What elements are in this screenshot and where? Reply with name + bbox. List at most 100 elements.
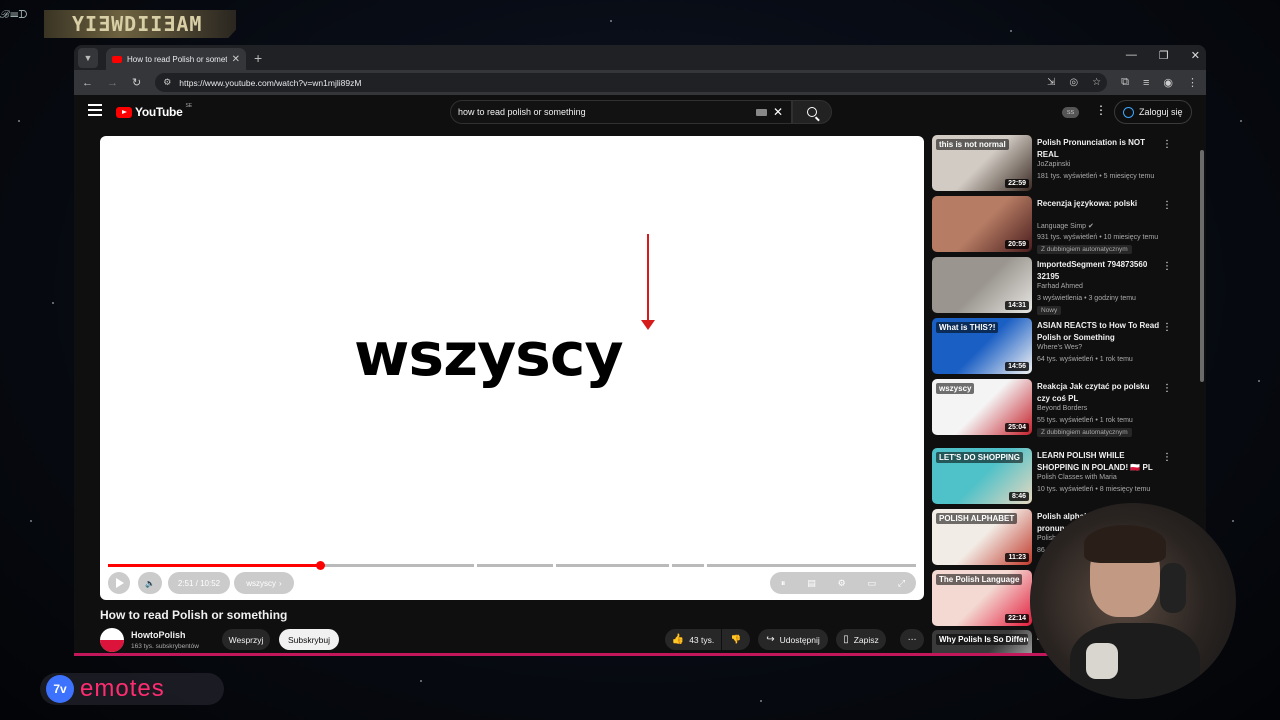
keyboard-icon[interactable] [756, 109, 767, 116]
recommendation-channel[interactable]: Language Simp ✔ [1037, 222, 1094, 230]
scrubber-handle[interactable] [315, 561, 325, 570]
recommendation-title[interactable]: Polish Pronunciation is NOT REAL [1037, 137, 1161, 160]
theater-mode-icon[interactable]: ▭ [868, 578, 877, 589]
subscribe-button[interactable]: Subskrybuj [279, 629, 339, 650]
recommendation-channel[interactable]: Where's Wes? [1037, 344, 1082, 351]
share-button[interactable]: ↪ Udostępnij [758, 629, 828, 650]
close-tab-icon[interactable]: ✕ [232, 54, 240, 65]
autoplay-toggle-icon[interactable]: ⏸ [781, 578, 786, 589]
save-label: Zapisz [853, 634, 879, 645]
emotes-overlay: 7v emotes [40, 673, 224, 705]
recommendation-thumbnail[interactable]: this is not normal 22:59 [932, 135, 1032, 191]
play-button[interactable] [108, 572, 130, 594]
volume-button[interactable]: 🔈 [138, 572, 162, 594]
back-arrow-icon[interactable]: ← [82, 77, 93, 89]
ss-badge[interactable]: SS [1062, 107, 1079, 118]
recommendation-thumbnail[interactable]: What is THIS?! 14:56 [932, 318, 1032, 374]
recommendation-thumbnail[interactable]: The Polish Language 22:14 [932, 570, 1032, 626]
chapter-segment[interactable] [477, 564, 553, 567]
settings-gear-icon[interactable]: ⚙ [838, 578, 846, 589]
recommendation-thumbnail[interactable]: POLISH ALPHABET 11:23 [932, 509, 1032, 565]
more-options-icon[interactable]: ⋮ [1162, 322, 1172, 333]
progress-bar[interactable] [108, 561, 916, 570]
recommendation-item[interactable]: this is not normal 22:59 Polish Pronunciat… [932, 135, 1194, 192]
recommendation-thumbnail[interactable]: 20:59 [932, 196, 1032, 252]
recommendation-channel[interactable]: Farhad Ahmed [1037, 283, 1083, 290]
close-window-button[interactable]: ✕ [1191, 49, 1200, 62]
page-scrollbar[interactable] [1200, 150, 1204, 382]
chapter-segment[interactable] [556, 564, 669, 567]
sign-in-button[interactable]: Zaloguj się [1114, 100, 1192, 124]
recommendation-channel[interactable]: Beyond Borders [1037, 405, 1087, 412]
eye-off-icon[interactable]: ◎ [1069, 77, 1078, 88]
reload-icon[interactable]: ↻ [132, 76, 141, 89]
subtitles-icon[interactable]: ▤ [807, 578, 816, 589]
new-tab-button[interactable]: + [254, 50, 262, 66]
chapter-segment[interactable] [672, 564, 704, 567]
browser-menu-icon[interactable]: ⋮ [1187, 76, 1198, 89]
more-options-icon[interactable]: ⋮ [1162, 200, 1172, 211]
recommendation-thumbnail[interactable]: Why Polish Is So Different? [932, 630, 1032, 653]
recommendation-item[interactable]: 14:31 ImportedSegment 794873560 32195 Farh… [932, 257, 1194, 315]
profile-icon[interactable]: ◉ [1163, 76, 1173, 89]
support-button[interactable]: Wesprzyj [222, 629, 270, 650]
progress-played [108, 564, 320, 567]
save-button[interactable]: ▯ Zapisz [836, 629, 886, 650]
fullscreen-icon[interactable]: ⤢ [898, 578, 905, 589]
recommendation-title[interactable]: Recenzja językowa: polski [1037, 198, 1161, 210]
recommendation-title[interactable]: Reakcja Jak czytać po polsku czy coś PL [1037, 381, 1161, 404]
recommendation-thumbnail[interactable]: 14:31 [932, 257, 1032, 313]
video-title: How to read Polish or something [100, 608, 288, 622]
search-button[interactable] [792, 100, 832, 124]
forward-arrow-icon[interactable]: → [107, 77, 118, 89]
recommendation-title[interactable]: LEARN POLISH WHILE SHOPPING IN POLAND! 🇵… [1037, 450, 1161, 473]
minimize-button[interactable]: — [1126, 49, 1137, 62]
overlay-corner-text: ℬ☰ᗪ [0, 8, 28, 21]
recommendation-channel[interactable]: JoZapinski [1037, 161, 1070, 168]
more-options-icon[interactable]: ⋮ [1162, 452, 1172, 463]
extensions-icon[interactable]: ⧉ [1121, 76, 1129, 89]
video-player[interactable]: wszyscy 🔈 2:51 / 10:52 wszyscy › ⏸ ▤ ⚙ ▭… [100, 136, 924, 600]
youtube-logo[interactable]: YouTube SE [116, 103, 192, 119]
install-app-icon[interactable]: ⇲ [1047, 77, 1055, 88]
like-button[interactable]: 👍 43 tys. [665, 629, 721, 650]
chapter-segment[interactable] [707, 564, 916, 567]
chevron-right-icon: › [279, 578, 282, 588]
recommendation-item[interactable]: What is THIS?! 14:56 ASIAN REACTS to How T… [932, 318, 1194, 375]
thumbnail-text: Why Polish Is So Different? [936, 634, 1028, 645]
video-frame-word: wszyscy [354, 320, 624, 390]
video-duration: 20:59 [1005, 240, 1029, 249]
channel-avatar[interactable] [100, 628, 124, 652]
restore-button[interactable]: ❐ [1159, 49, 1169, 62]
more-options-icon[interactable]: ⋮ [1162, 139, 1172, 150]
dislike-button[interactable]: 👎 [722, 629, 750, 650]
support-label: Wesprzyj [228, 634, 264, 645]
recommendation-thumbnail[interactable]: wszyscy 25:04 [932, 379, 1032, 435]
tab-search-button[interactable]: ▼ [78, 47, 98, 68]
recommendation-channel[interactable]: Polish Classes with Maria [1037, 474, 1117, 481]
more-options-icon[interactable]: ⋮ [1162, 383, 1172, 394]
thumbnail-text: POLISH ALPHABET [936, 513, 1018, 524]
search-input[interactable]: how to read polish or something ✕ [450, 100, 792, 124]
media-control-icon[interactable]: ≡ [1143, 77, 1149, 89]
settings-more-icon[interactable]: ⋮ [1095, 104, 1107, 116]
recommendation-title[interactable]: ASIAN REACTS to How To Read Polish or So… [1037, 320, 1161, 343]
recommendation-title[interactable]: ImportedSegment 794873560 32195 [1037, 259, 1161, 282]
search-icon [807, 107, 817, 117]
recommendation-item[interactable]: wszyscy 25:04 Reakcja Jak czytać po polsku… [932, 379, 1194, 437]
address-bar[interactable]: ⚙ https://www.youtube.com/watch?v=wn1mjl… [155, 73, 1108, 92]
more-actions-button[interactable]: ⋯ [900, 629, 924, 650]
browser-tab[interactable]: How to read Polish or somethi ✕ [106, 48, 246, 70]
bookmark-star-icon[interactable]: ☆ [1092, 77, 1101, 88]
recommendation-thumbnail[interactable]: LET'S DO SHOPPING 8:46 [932, 448, 1032, 504]
hamburger-menu-icon[interactable] [88, 104, 102, 116]
chevron-down-icon: ▼ [83, 52, 93, 63]
more-options-icon[interactable]: ⋮ [1162, 261, 1172, 272]
site-info-icon[interactable]: ⚙ [163, 77, 171, 88]
recommendation-item[interactable]: 20:59 Recenzja językowa: polski Language S… [932, 196, 1194, 254]
recommendation-item[interactable]: LET'S DO SHOPPING 8:46 LEARN POLISH WHILE … [932, 448, 1194, 505]
channel-name[interactable]: HowtoPolish [131, 630, 186, 640]
chapter-button[interactable]: wszyscy › [234, 572, 294, 594]
search-query: how to read polish or something [458, 107, 586, 117]
clear-search-icon[interactable]: ✕ [773, 105, 783, 119]
